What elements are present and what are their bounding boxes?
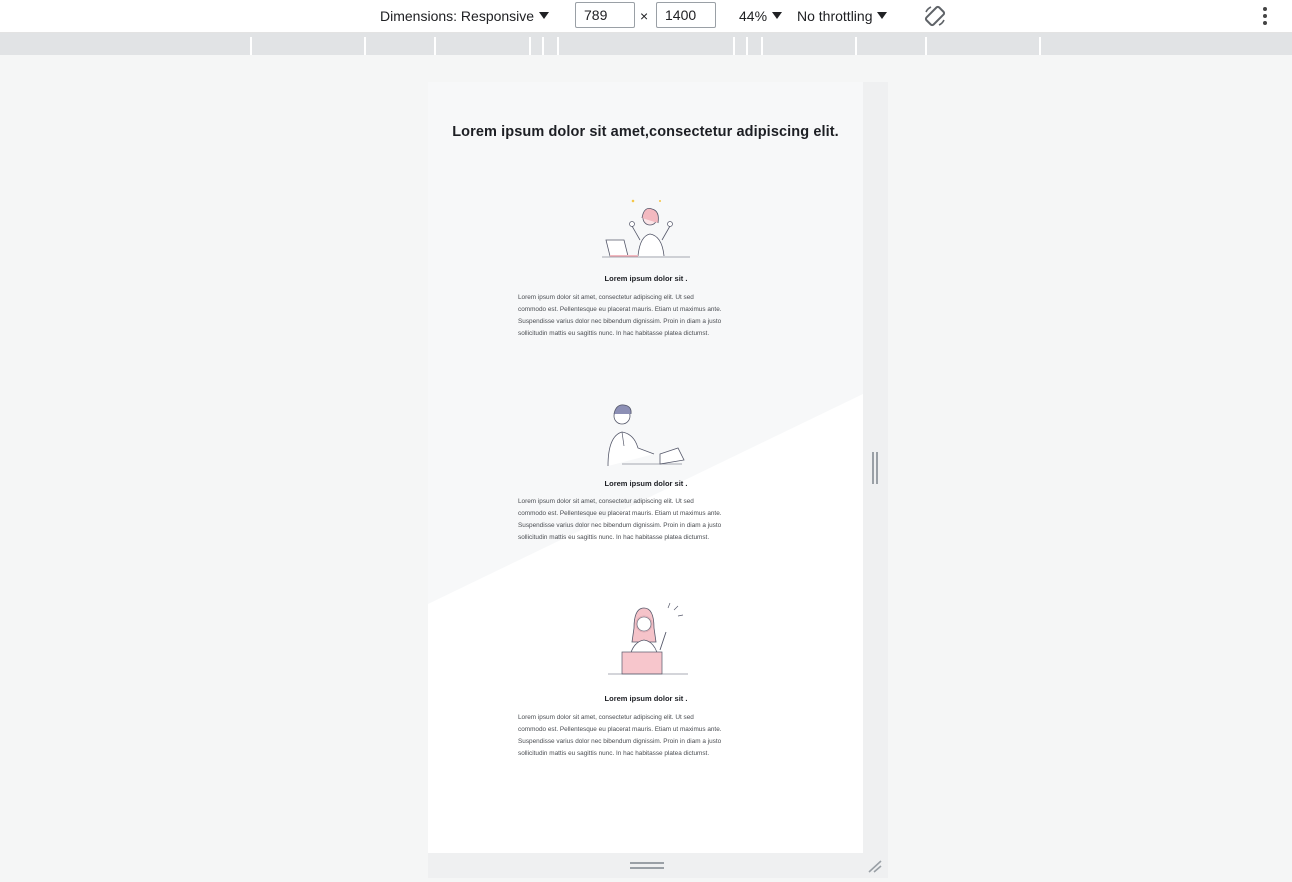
throttling-label: No throttling (797, 8, 873, 24)
man-typing-illustration (602, 402, 692, 468)
caret-down-icon (539, 12, 550, 19)
woman-idea-illustration (602, 602, 692, 675)
card-title: Lorem ipsum dolor sit . (604, 479, 688, 488)
card-body: Lorem ipsum dolor sit amet, consectetur … (518, 714, 722, 757)
media-query-ruler[interactable] (0, 33, 1292, 55)
caret-down-icon (877, 12, 888, 19)
device-toolbar: Dimensions: Responsive 789 × 1400 44% No… (0, 0, 1292, 33)
card-title: Lorem ipsum dolor sit . (604, 694, 688, 703)
card-body: Lorem ipsum dolor sit amet, consectetur … (518, 498, 722, 541)
resize-corner-icon[interactable] (867, 859, 883, 873)
card-title: Lorem ipsum dolor sit . (604, 274, 688, 283)
more-options-icon[interactable] (1262, 7, 1268, 25)
page-title: Lorem ipsum dolor sit amet,consectetur a… (452, 124, 839, 140)
throttling-dropdown[interactable]: No throttling (797, 0, 888, 32)
zoom-dropdown[interactable]: 44% (739, 0, 783, 32)
width-input[interactable]: 789 (575, 2, 635, 28)
caret-down-icon (772, 12, 783, 19)
dimensions-label: Dimensions: Responsive (380, 8, 535, 24)
zoom-label: 44% (739, 8, 768, 24)
page-viewport: Lorem ipsum dolor sit amet,consectetur a… (428, 82, 863, 853)
height-input[interactable]: 1400 (656, 2, 716, 28)
times-symbol: × (640, 8, 649, 24)
card-body: Lorem ipsum dolor sit amet, consectetur … (518, 294, 722, 337)
device-frame: Lorem ipsum dolor sit amet,consectetur a… (428, 82, 888, 878)
woman-celebrating-illustration (602, 196, 692, 262)
dimensions-dropdown[interactable]: Dimensions: Responsive (380, 0, 550, 32)
resize-handle-bottom[interactable] (630, 862, 664, 870)
resize-handle-right[interactable] (871, 452, 879, 484)
rotate-icon[interactable] (922, 3, 948, 29)
